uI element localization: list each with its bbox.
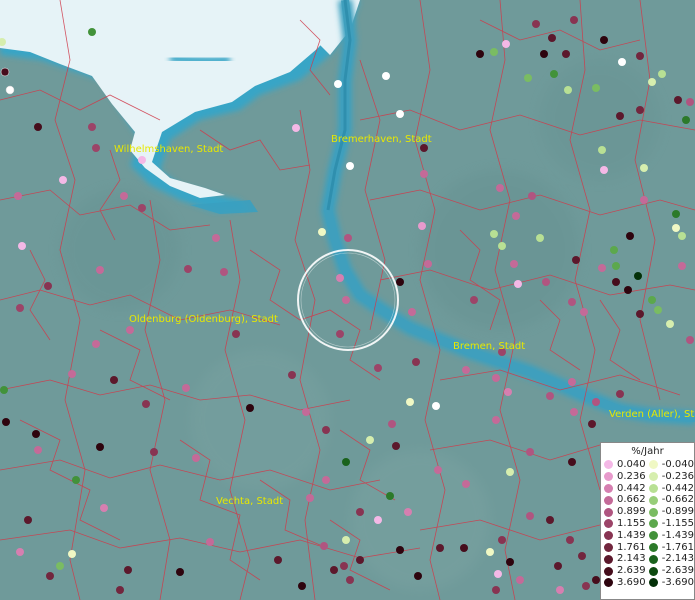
legend-swatch-icon bbox=[648, 507, 658, 517]
map-view[interactable]: Wilhelmshaven, Stadt Bremerhaven, Stadt … bbox=[0, 0, 695, 600]
legend-swatch-icon bbox=[604, 460, 613, 470]
legend-negative-label: -0.040 bbox=[661, 459, 694, 470]
legend-negative-label: -2.639 bbox=[661, 565, 694, 577]
legend-negative-row: -0.899 bbox=[648, 506, 694, 518]
legend-negative-row: -3.690 bbox=[648, 576, 694, 589]
city-label-wilhelmshaven[interactable]: Wilhelmshaven, Stadt bbox=[114, 144, 223, 155]
legend-positive-label: 1.155 bbox=[617, 517, 646, 529]
legend-negative-column: -0.040 -0.236 -0.442 -0.662 -0.899 -1.155 -1.4… bbox=[648, 459, 694, 589]
legend-swatch-icon bbox=[604, 519, 613, 529]
legend-positive-row: 1.155 bbox=[604, 518, 649, 530]
legend-negative-label: -2.143 bbox=[661, 553, 694, 565]
legend-swatch-icon bbox=[648, 554, 658, 564]
legend-positive-row: 1.439 bbox=[604, 530, 649, 542]
legend-positive-row: 2.639 bbox=[604, 565, 649, 577]
legend-positive-label: 0.040 bbox=[617, 459, 646, 470]
legend: %/Jahr 0.040 0.236 0.442 0.662 0.899 1.155 1.4… bbox=[600, 442, 695, 600]
legend-swatch-icon bbox=[604, 531, 613, 541]
legend-swatch-icon bbox=[604, 542, 613, 552]
city-label-verden[interactable]: Verden (Aller), Stadt bbox=[609, 409, 695, 420]
legend-negative-label: -0.899 bbox=[661, 506, 694, 518]
legend-swatch-icon bbox=[648, 519, 658, 529]
legend-swatch-icon bbox=[604, 483, 613, 493]
legend-negative-label: -3.690 bbox=[661, 576, 694, 588]
legend-positive-row: 2.143 bbox=[604, 553, 649, 565]
legend-swatch-icon bbox=[604, 507, 613, 517]
city-label-bremerhaven[interactable]: Bremerhaven, Stadt bbox=[331, 134, 432, 145]
legend-positive-label: 0.899 bbox=[617, 506, 646, 518]
legend-positive-label: 0.442 bbox=[617, 482, 646, 494]
legend-negative-row: -1.155 bbox=[648, 517, 694, 530]
legend-negative-row: -2.639 bbox=[648, 565, 694, 577]
legend-swatch-icon bbox=[648, 472, 658, 482]
legend-negative-label: -1.155 bbox=[661, 517, 694, 529]
city-label-vechta[interactable]: Vechta, Stadt bbox=[216, 496, 283, 507]
legend-swatch-icon bbox=[648, 578, 658, 588]
legend-swatch-icon bbox=[648, 495, 658, 505]
legend-positive-label: 2.143 bbox=[617, 553, 646, 565]
legend-positive-label: 0.236 bbox=[617, 470, 646, 482]
legend-positive-row: 1.761 bbox=[604, 542, 649, 554]
legend-negative-label: -0.236 bbox=[661, 470, 694, 482]
legend-positive-label: 1.439 bbox=[617, 529, 646, 541]
legend-positive-row: 0.662 bbox=[604, 494, 649, 506]
legend-positive-row: 3.690 bbox=[604, 577, 649, 589]
legend-negative-row: -1.761 bbox=[648, 541, 694, 554]
map-canvas bbox=[0, 0, 695, 600]
legend-positive-label: 3.690 bbox=[617, 576, 646, 588]
legend-negative-label: -1.761 bbox=[661, 541, 694, 553]
legend-negative-row: -0.662 bbox=[648, 494, 694, 506]
legend-positive-row: 0.899 bbox=[604, 506, 649, 518]
legend-swatch-icon bbox=[648, 566, 658, 576]
legend-positive-row: 0.442 bbox=[604, 483, 649, 495]
legend-negative-label: -0.442 bbox=[661, 482, 694, 494]
legend-negative-label: -1.439 bbox=[661, 529, 694, 541]
legend-title: %/Jahr bbox=[631, 446, 664, 457]
legend-positive-label: 2.639 bbox=[617, 565, 646, 577]
legend-positive-row: 0.236 bbox=[604, 471, 649, 483]
legend-negative-row: -0.040 bbox=[648, 459, 694, 471]
legend-positive-label: 1.761 bbox=[617, 541, 646, 553]
legend-swatch-icon bbox=[604, 495, 613, 505]
legend-swatch-icon bbox=[604, 566, 613, 576]
legend-swatch-icon bbox=[648, 531, 658, 541]
legend-negative-row: -2.143 bbox=[648, 553, 694, 565]
city-label-bremen[interactable]: Bremen, Stadt bbox=[453, 341, 525, 352]
legend-swatch-icon bbox=[648, 483, 658, 493]
legend-swatch-icon bbox=[604, 554, 613, 564]
legend-negative-row: -0.442 bbox=[648, 482, 694, 495]
legend-swatch-icon bbox=[648, 542, 658, 552]
measurement-point-icon bbox=[0, 67, 10, 77]
legend-negative-row: -1.439 bbox=[648, 529, 694, 542]
legend-negative-label: -0.662 bbox=[661, 494, 694, 506]
legend-negative-row: -0.236 bbox=[648, 470, 694, 483]
legend-positive-row: 0.040 bbox=[604, 459, 649, 471]
city-label-oldenburg[interactable]: Oldenburg (Oldenburg), Stadt bbox=[129, 314, 278, 325]
legend-swatch-icon bbox=[604, 472, 613, 482]
legend-swatch-icon bbox=[604, 578, 613, 588]
legend-positive-label: 0.662 bbox=[617, 494, 646, 506]
legend-positive-column: 0.040 0.236 0.442 0.662 0.899 1.155 1.439 1.761… bbox=[604, 459, 649, 589]
legend-swatch-icon bbox=[648, 460, 658, 470]
